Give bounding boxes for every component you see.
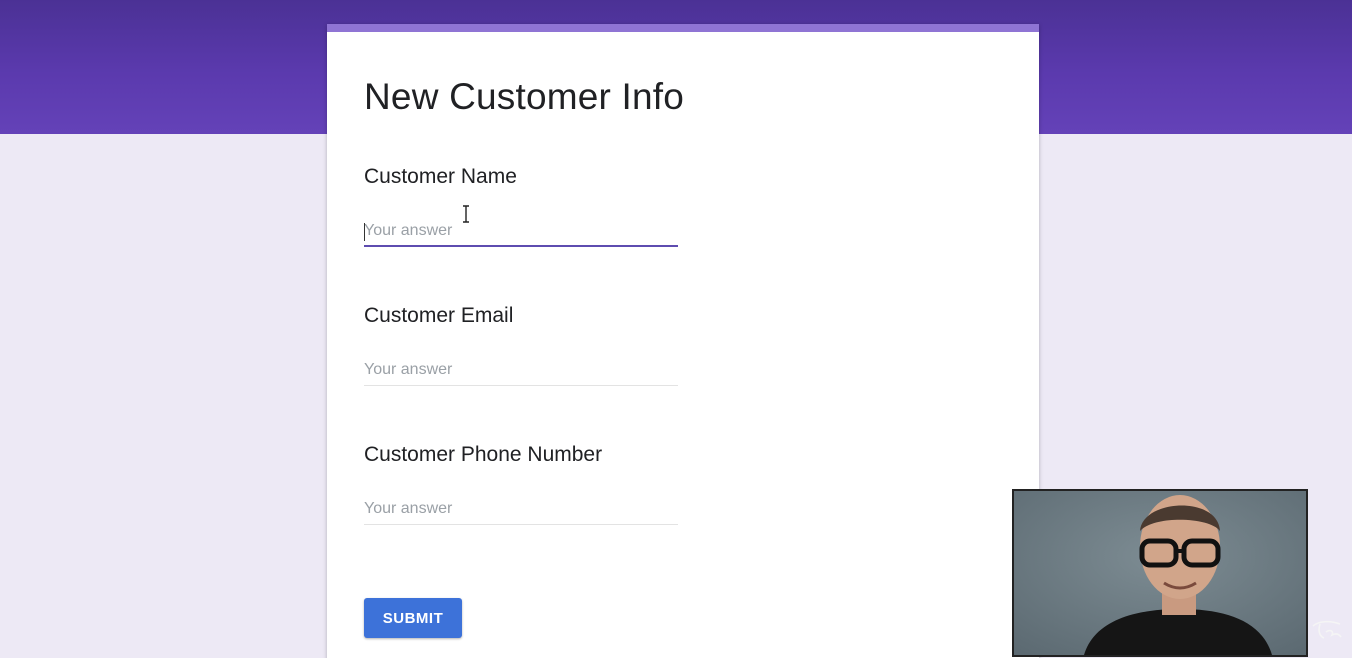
text-cursor-icon	[463, 205, 469, 223]
customer-email-input[interactable]	[364, 356, 678, 384]
webcam-overlay	[1012, 489, 1308, 657]
question-label: Customer Phone Number	[364, 443, 603, 466]
answer-field[interactable]	[364, 495, 678, 525]
customer-phone-input[interactable]	[364, 495, 678, 523]
question-customer-name: Customer Name	[364, 165, 684, 247]
watermark-logo	[1312, 620, 1342, 639]
form-card: New Customer Info Customer Name Customer…	[327, 24, 1039, 658]
answer-field[interactable]	[364, 205, 678, 247]
submit-button[interactable]: SUBMIT	[364, 598, 462, 638]
question-label: Customer Name	[364, 165, 517, 188]
presenter-video	[1014, 491, 1306, 655]
text-caret	[364, 223, 365, 241]
question-customer-email: Customer Email	[364, 304, 684, 386]
answer-field[interactable]	[364, 356, 678, 386]
form-title: New Customer Info	[364, 76, 685, 117]
customer-name-input[interactable]	[364, 217, 678, 245]
question-customer-phone: Customer Phone Number	[364, 443, 684, 525]
question-label: Customer Email	[364, 304, 514, 327]
